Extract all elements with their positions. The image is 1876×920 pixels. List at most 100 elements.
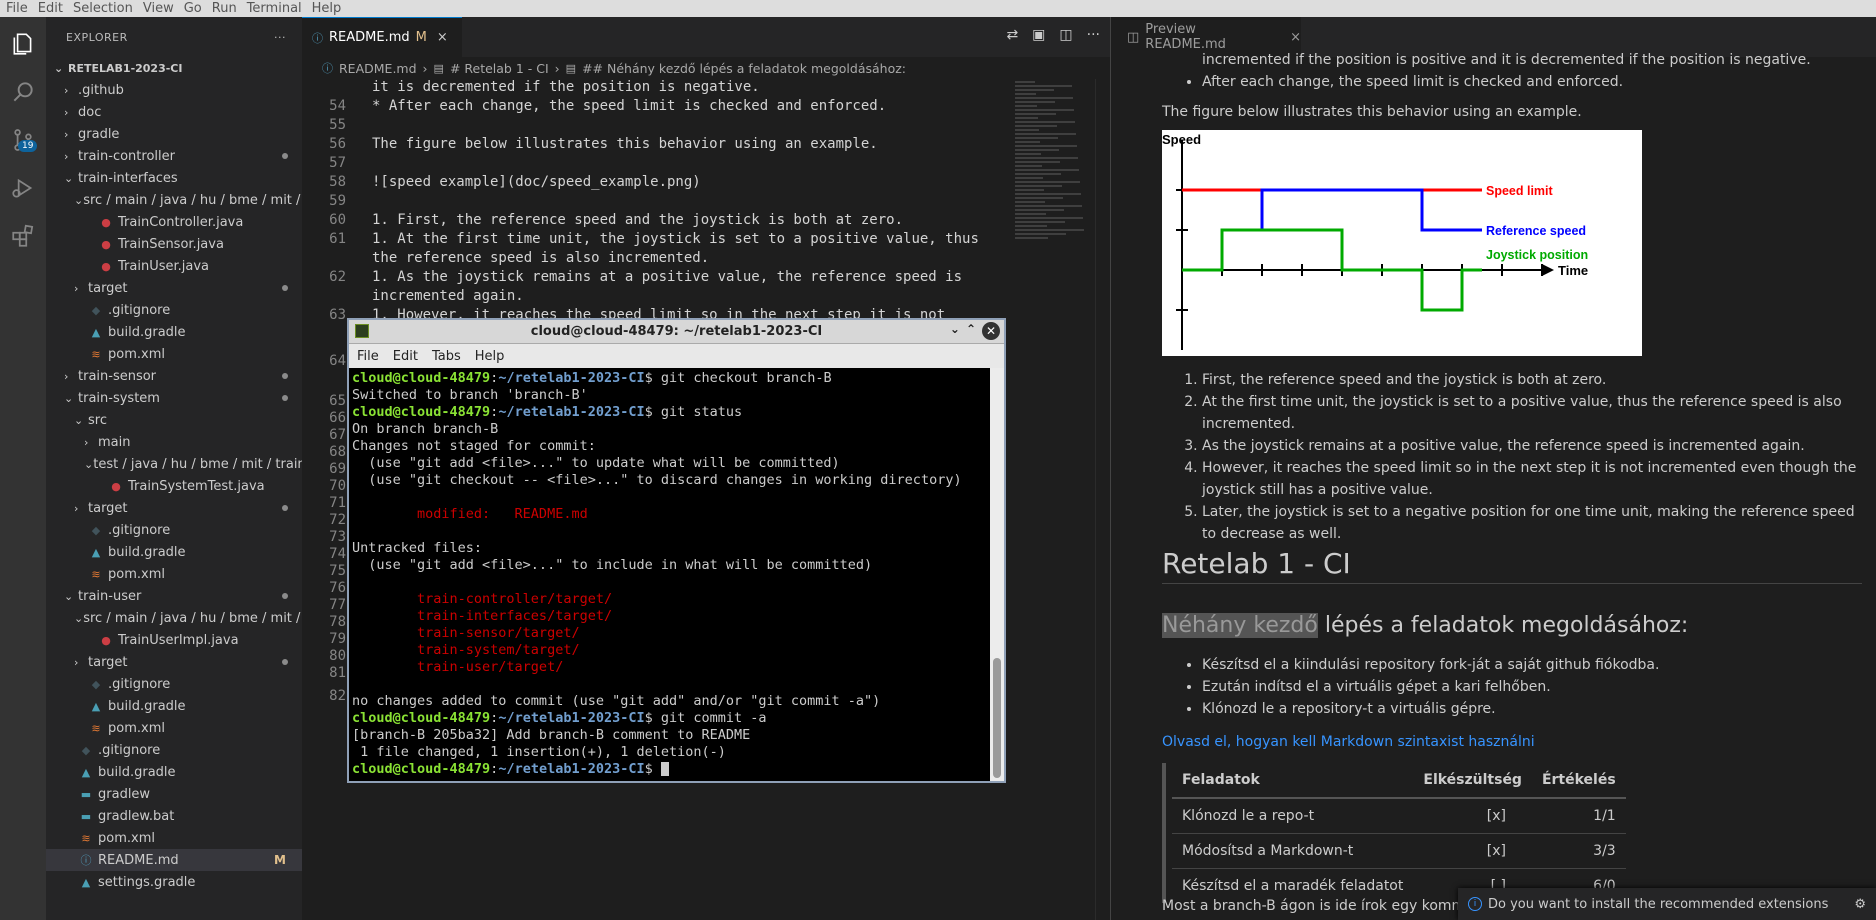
line-number: 57 [329, 155, 346, 171]
tree-folder[interactable]: › .github [46, 79, 302, 101]
tree-folder[interactable]: › train-controller [46, 145, 302, 167]
line-number: 54 [329, 98, 346, 114]
editor-scrollbar[interactable] [1095, 79, 1109, 920]
menu-view[interactable]: View [143, 1, 174, 16]
terminal-menu-help[interactable]: Help [475, 349, 505, 364]
maximize-icon[interactable]: ⌃ [966, 322, 976, 340]
gear-icon[interactable]: ⚙ [1854, 897, 1866, 912]
close-icon[interactable]: × [1290, 30, 1301, 45]
java-file-icon: ● [101, 237, 111, 251]
git-status-dot [282, 373, 288, 379]
tree-file[interactable]: ● TrainUser.java [46, 255, 302, 277]
tree-folder[interactable]: ⌄ src / main / java / hu / bme / mit / t.… [46, 607, 322, 629]
terminal-menu-tabs[interactable]: Tabs [432, 349, 461, 364]
tree-file[interactable]: ≋ pom.xml [46, 717, 302, 739]
terminal-line: modified: README.md [352, 506, 989, 523]
tree-file[interactable]: ● TrainSystemTest.java [46, 475, 302, 497]
tree-folder[interactable]: › gradle [46, 123, 302, 145]
minimap-line [1015, 149, 1059, 151]
tree-file[interactable]: ▬ gradlew [46, 783, 302, 805]
menu-edit[interactable]: Edit [38, 1, 63, 16]
menu-file[interactable]: File [6, 1, 28, 16]
menu-help[interactable]: Help [312, 1, 342, 16]
menu-go[interactable]: Go [184, 1, 202, 16]
code-line: it is decremented if the position is neg… [302, 79, 1022, 98]
tree-folder[interactable]: ⌄ train-interfaces [46, 167, 302, 189]
tree-file[interactable]: ▲ build.gradle [46, 541, 302, 563]
tab-readme[interactable]: ⓘ README.md M × [302, 17, 462, 57]
close-icon[interactable]: ✕ [982, 322, 1000, 340]
tree-folder[interactable]: › main [46, 431, 302, 453]
tree-file[interactable]: ◆ .gitignore [46, 739, 302, 761]
tree-file[interactable]: ≋ pom.xml [46, 343, 302, 365]
more-actions-icon[interactable]: ··· [1087, 27, 1100, 43]
run-debug-icon[interactable] [8, 173, 38, 203]
minimap-line [1015, 161, 1060, 163]
tree-file[interactable]: ● TrainController.java [46, 211, 302, 233]
menu-terminal[interactable]: Terminal [247, 1, 302, 16]
breadcrumb-item[interactable]: ## Néhány kezdő lépés a feladatok megold… [582, 61, 906, 76]
extensions-icon[interactable] [8, 221, 38, 251]
terminal-titlebar[interactable]: cloud@cloud-48479: ~/retelab1-2023-CI ⌄ … [349, 320, 1004, 344]
menubar: File Edit Selection View Go Run Terminal Help [0, 0, 1876, 17]
terminal-scrollbar[interactable] [990, 368, 1004, 781]
compare-changes-icon[interactable]: ⇄ [1006, 27, 1018, 43]
minimize-icon[interactable]: ⌄ [950, 322, 960, 340]
tree-folder[interactable]: › target [46, 651, 302, 673]
tree-folder[interactable]: › train-sensor [46, 365, 302, 387]
tree-file[interactable]: ◆ .gitignore [46, 299, 302, 321]
chevron-down-icon: ⌄ [64, 171, 74, 185]
terminal-window[interactable]: cloud@cloud-48479: ~/retelab1-2023-CI ⌄ … [347, 318, 1006, 783]
terminal-scroll-thumb[interactable] [993, 658, 1001, 778]
breadcrumb-item[interactable]: # Retelab 1 - CI [450, 61, 549, 76]
menu-selection[interactable]: Selection [73, 1, 133, 16]
tree-folder[interactable]: › doc [46, 101, 302, 123]
open-preview-icon[interactable]: ▣ [1032, 27, 1045, 43]
tree-file[interactable]: ▬ gradlew.bat [46, 805, 302, 827]
tree-item-label: train-sensor [78, 368, 157, 384]
breadcrumb-item[interactable]: README.md [339, 61, 417, 76]
terminal-menu-file[interactable]: File [357, 349, 379, 364]
tree-file[interactable]: ◆ .gitignore [46, 519, 302, 541]
tree-folder[interactable]: › target [46, 277, 302, 299]
minimap[interactable] [1015, 79, 1095, 279]
menu-run[interactable]: Run [212, 1, 237, 16]
explorer-root[interactable]: ⌄ RETELAB1-2023-CI [46, 57, 302, 79]
tree-folder[interactable]: ⌄ src [46, 409, 302, 431]
terminal-command: git checkout branch-B [652, 370, 832, 386]
tree-file[interactable]: ● TrainSensor.java [46, 233, 302, 255]
tree-file[interactable]: ● TrainUserImpl.java [46, 629, 302, 651]
terminal-menu-edit[interactable]: Edit [393, 349, 418, 364]
tree-folder[interactable]: › target [46, 497, 302, 519]
tree-file[interactable]: ≋ pom.xml [46, 827, 302, 849]
tree-folder[interactable]: ⌄ test / java / hu / bme / mit / train... [46, 453, 318, 475]
prompt-user-host: cloud@cloud-48479 [352, 404, 491, 420]
tree-file[interactable]: ▲ build.gradle [46, 321, 302, 343]
tree-folder[interactable]: ⌄ src / main / java / hu / bme / mit / t.… [46, 189, 322, 211]
tree-file[interactable]: ⓘ README.md M [46, 849, 302, 871]
search-icon[interactable] [8, 77, 38, 107]
tree-folder[interactable]: ⌄ train-system [46, 387, 302, 409]
terminal-line: (use "git add <file>..." to include in w… [352, 557, 989, 574]
split-editor-icon[interactable]: ◫ [1059, 27, 1072, 43]
close-icon[interactable]: × [437, 30, 448, 45]
more-actions-icon[interactable]: ··· [274, 31, 286, 44]
table-row: Klónozd le a repo-t [x] 1/1 [1172, 797, 1626, 834]
explorer-icon[interactable] [8, 29, 38, 59]
table-header: Feladatok [1172, 763, 1414, 799]
minimap-line [1015, 109, 1074, 111]
extension-recommendation-notification[interactable]: i Do you want to install the recommended… [1458, 888, 1876, 920]
line-number: 69 [329, 461, 346, 477]
tree-item-label: .gitignore [108, 302, 171, 318]
tree-file[interactable]: ▲ settings.gradle [46, 871, 302, 893]
markdown-syntax-link[interactable]: Olvasd el, hogyan kell Markdown szintaxi… [1162, 731, 1535, 753]
tree-file[interactable]: ▲ build.gradle [46, 761, 302, 783]
tree-file[interactable]: ▲ build.gradle [46, 695, 302, 717]
legend-label: Joystick position [1486, 248, 1588, 262]
tree-folder[interactable]: ⌄ train-user [46, 585, 302, 607]
chevron-down-icon: ⌄ [74, 413, 84, 427]
tree-file[interactable]: ◆ .gitignore [46, 673, 302, 695]
terminal-output[interactable]: cloud@cloud-48479:~/retelab1-2023-CI$ gi… [349, 368, 992, 781]
tree-file[interactable]: ≋ pom.xml [46, 563, 302, 585]
